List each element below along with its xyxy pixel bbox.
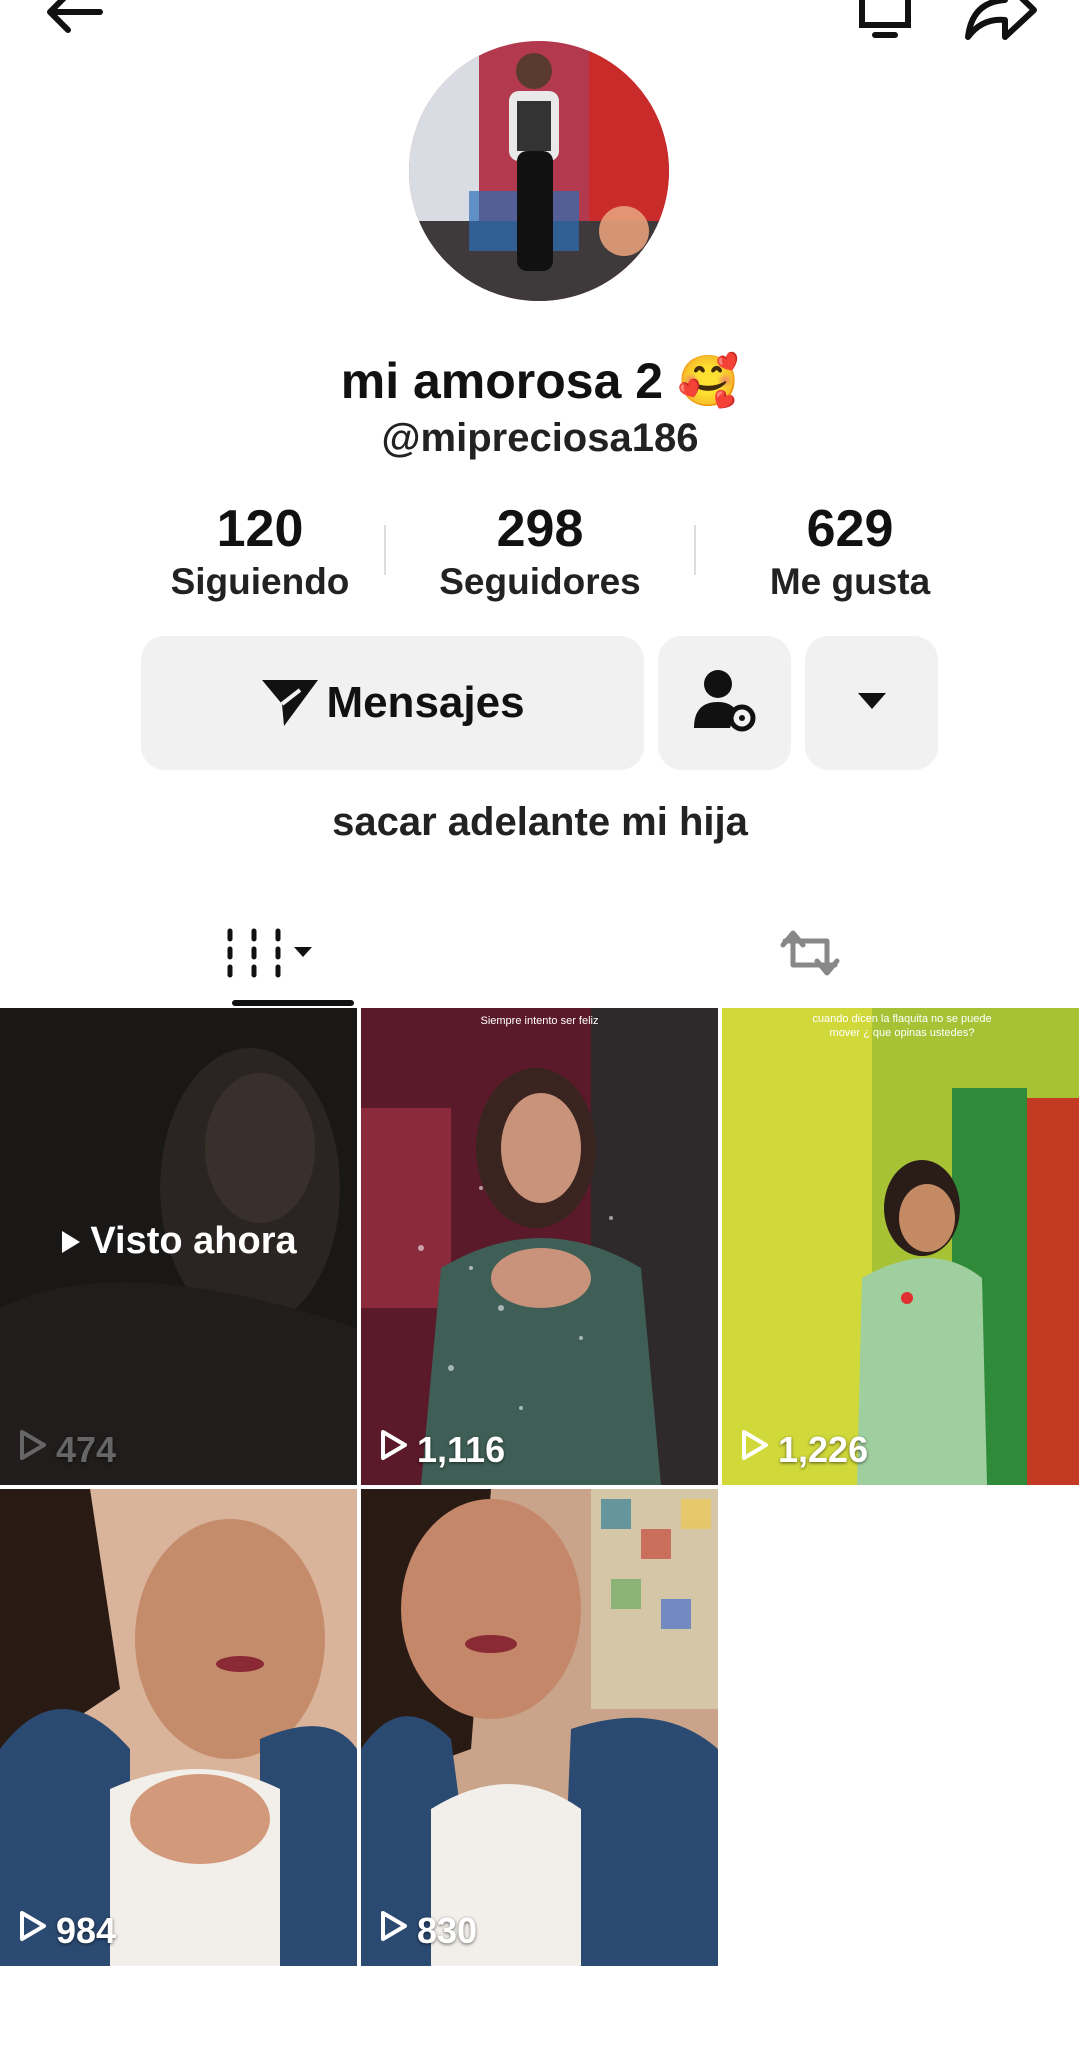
following-count: 120 (216, 500, 304, 558)
likes-label: Me gusta (769, 561, 931, 602)
stat-likes[interactable]: 629 Me gusta (710, 500, 990, 604)
play-icon (740, 1428, 778, 1471)
video-thumbnail[interactable]: Siempre intento ser feliz 1,116 (361, 1008, 718, 1485)
video-thumbnail[interactable]: cuando dicen la flaquita no se puede mov… (722, 1008, 1079, 1485)
message-button[interactable]: Mensajes (141, 636, 644, 770)
view-count-value: 1,116 (417, 1428, 506, 1470)
view-count-value: 474 (56, 1428, 117, 1470)
caret-down-icon (854, 689, 890, 718)
video-thumbnail[interactable]: 830 (361, 1489, 718, 1966)
message-button-label: Mensajes (326, 678, 525, 727)
active-tab-indicator (232, 1000, 354, 1006)
followers-count: 298 (496, 500, 584, 558)
play-icon (379, 1428, 417, 1471)
stat-following[interactable]: 120 Siguiendo (120, 500, 400, 604)
repost-icon (775, 921, 845, 990)
play-icon (18, 1428, 56, 1471)
profile-stats: 120 Siguiendo 298 Seguidores 629 Me gust… (120, 500, 960, 610)
username-handle: @mipreciosa186 (381, 416, 699, 460)
video-caption: Siempre intento ser feliz (480, 1015, 599, 1027)
content-tabs (0, 900, 1080, 1010)
stat-followers[interactable]: 298 Seguidores (400, 500, 680, 604)
play-icon (379, 1909, 417, 1952)
following-label: Siguiendo (170, 561, 350, 602)
more-options-button[interactable] (805, 636, 938, 770)
grid-icon (220, 923, 320, 988)
view-count-value: 830 (417, 1909, 478, 1951)
send-icon (260, 674, 320, 733)
view-count-value: 1,226 (778, 1428, 869, 1470)
view-count-value: 984 (56, 1909, 117, 1951)
view-count: 830 (379, 1909, 477, 1952)
stat-divider (694, 525, 696, 575)
likes-count: 629 (806, 500, 894, 558)
tab-videos[interactable] (0, 900, 540, 1010)
add-friend-settings-button[interactable] (658, 636, 791, 770)
profile-bio: sacar adelante mi hija (332, 800, 748, 844)
stat-divider (384, 525, 386, 575)
video-thumbnail[interactable]: Visto ahora 474 (0, 1008, 357, 1485)
seen-now-label: Visto ahora (90, 1220, 297, 1262)
play-icon (18, 1909, 56, 1952)
bell-icon[interactable] (850, 0, 920, 50)
avatar[interactable] (409, 41, 669, 301)
tab-reposts[interactable] (540, 900, 1080, 1010)
display-name: mi amorosa 2 🥰 (340, 353, 740, 409)
followers-label: Seguidores (439, 561, 641, 602)
view-count: 1,116 (379, 1428, 505, 1471)
video-thumbnail[interactable]: 984 (0, 1489, 357, 1966)
view-count: 474 (18, 1428, 116, 1471)
user-settings-icon (690, 666, 760, 741)
seen-now-overlay: Visto ahora (0, 1220, 357, 1263)
back-arrow-icon[interactable] (38, 0, 108, 47)
view-count: 984 (18, 1909, 116, 1952)
share-icon[interactable] (960, 0, 1040, 52)
video-caption: cuando dicen la flaquita no se puede mov… (812, 1013, 992, 1039)
view-count: 1,226 (740, 1428, 868, 1471)
